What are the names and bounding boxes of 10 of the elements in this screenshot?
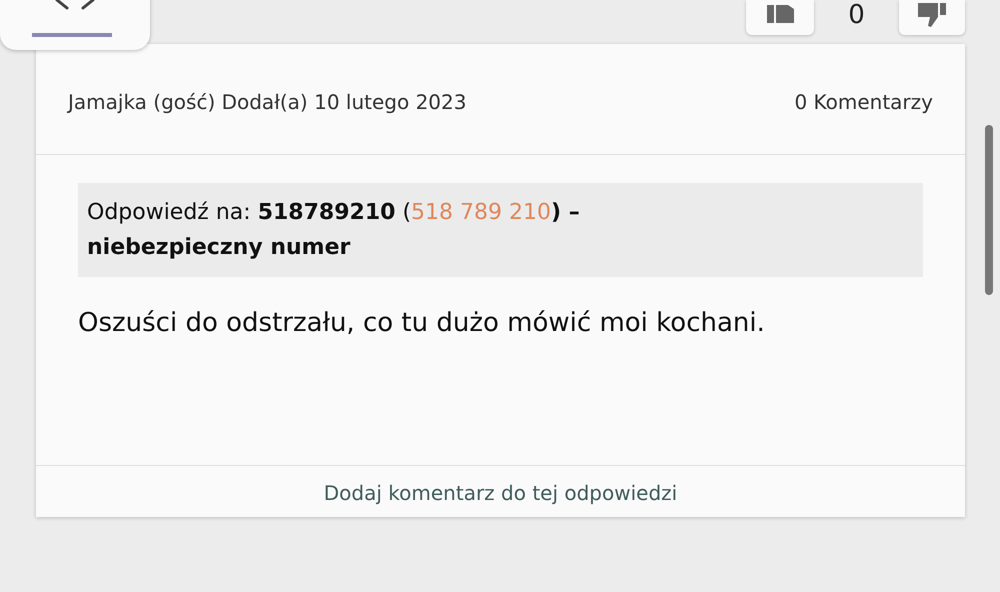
comments-count-link[interactable]: 0 Komentarzy xyxy=(794,87,933,117)
add-comment-link[interactable]: Dodaj komentarz do tej odpowiedzi xyxy=(36,465,965,517)
answer-text: Oszuści do odstrzału, co tu dużo mówić moi kochani. xyxy=(78,307,766,340)
vote-count: 0 xyxy=(847,2,866,28)
close-icon xyxy=(55,0,95,10)
thumbs-up-button[interactable] xyxy=(746,0,814,35)
author-and-date: Jamajka (gość) Dodał(a) 10 lutego 2023 xyxy=(68,89,466,116)
thumbs-down-icon xyxy=(915,3,949,27)
reply-to-quote: Odpowiedź na: 518789210 (518 789 210) – niebezpieczny numer xyxy=(78,183,923,278)
thumbs-down-button[interactable] xyxy=(899,0,965,35)
